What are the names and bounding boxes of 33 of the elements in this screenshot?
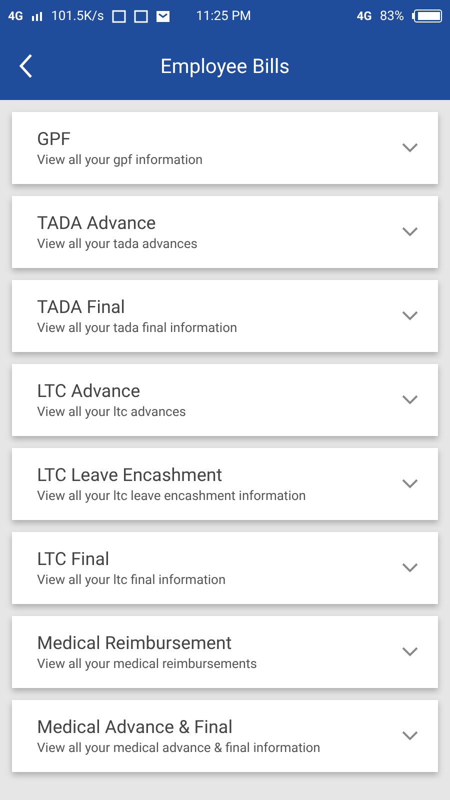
mail-icon [156, 10, 170, 22]
bill-category-card[interactable]: TADA Final View all your tada final information [12, 280, 438, 352]
category-title: GPF [37, 128, 72, 150]
data-type-label: 4G [356, 9, 372, 23]
network-label: 4G [8, 9, 24, 23]
category-title: LTC Advance [37, 380, 142, 402]
bill-category-card[interactable]: LTC Final View all your ltc final information [12, 532, 438, 604]
bill-category-card[interactable]: TADA Advance View all your tada advances [12, 196, 438, 268]
bill-category-card[interactable]: GPF View all your gpf information [12, 112, 438, 184]
category-title: LTC Leave Encashment [37, 464, 224, 486]
bill-category-card[interactable]: Medical Advance & Final View all your medical advance & final information [12, 700, 438, 772]
category-title: TADA Advance [37, 212, 157, 234]
bill-category-card[interactable]: LTC Leave Encashment View all your ltc leave encashment information [12, 448, 438, 520]
category-title: Medical Advance & Final [37, 716, 234, 738]
signal-icon [31, 11, 44, 21]
category-description: View all your medical advance & final information [37, 740, 322, 756]
category-title: LTC Final [37, 548, 110, 570]
category-description: View all your tada advances [37, 236, 198, 252]
category-title: Medical Reimbursement [37, 632, 233, 654]
category-description: View all your ltc advances [37, 404, 187, 420]
battery-icon [412, 9, 442, 23]
category-description: View all your gpf information [37, 152, 204, 168]
category-description: View all your tada final information [37, 320, 238, 336]
category-description: View all your ltc final information [37, 572, 227, 588]
bill-category-card[interactable]: Medical Reimbursement View all your medical reimbursements [12, 616, 438, 688]
clock: 11:25 PM [196, 8, 252, 24]
page-title: Employee Bills [160, 54, 290, 78]
battery-percentage: 83% [380, 8, 404, 24]
category-description: View all your medical reimbursements [37, 656, 258, 672]
bill-category-card[interactable]: LTC Advance View all your ltc advances [12, 364, 438, 436]
category-description: View all your ltc leave encashment information [37, 488, 307, 504]
network-speed: 101.5K/s [51, 8, 104, 24]
category-title: TADA Final [37, 296, 126, 318]
